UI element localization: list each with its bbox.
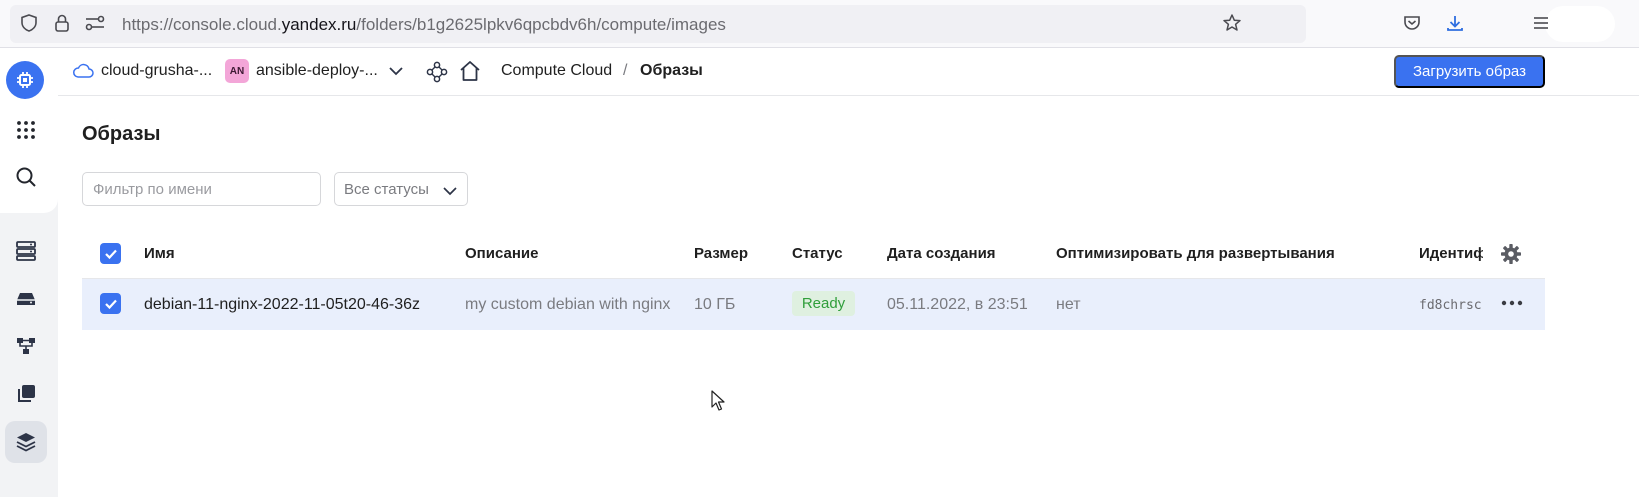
console-header: cloud-grusha-... AN ansible-deploy-... C…	[58, 48, 1639, 96]
column-header-optimize[interactable]: Оптимизировать для развертывания	[1056, 245, 1335, 262]
name-filter-input[interactable]	[82, 172, 321, 206]
breadcrumb-compute-cloud[interactable]: Compute Cloud	[501, 62, 612, 80]
images-icon[interactable]	[5, 421, 47, 463]
url-text[interactable]: https://console.cloud.yandex.ru/folders/…	[122, 15, 726, 35]
pocket-icon[interactable]	[1401, 12, 1423, 34]
column-header-name[interactable]: Имя	[144, 245, 175, 262]
column-header-id[interactable]: Идентиф	[1419, 245, 1483, 262]
chevron-down-icon	[442, 184, 458, 203]
disks-icon[interactable]	[5, 278, 47, 320]
column-header-description[interactable]: Описание	[465, 245, 538, 262]
cell-id[interactable]: fd8chrsc	[1419, 298, 1483, 313]
column-header-created[interactable]: Дата создания	[887, 245, 996, 262]
cell-optimize: нет	[1056, 296, 1081, 313]
status-filter-label: Все статусы	[344, 181, 429, 198]
cell-created: 05.11.2022, в 23:51	[887, 296, 1028, 313]
hamburger-menu-icon[interactable]	[1530, 12, 1552, 34]
all-services-icon[interactable]	[5, 109, 47, 151]
permissions-icon[interactable]	[84, 12, 106, 34]
cloud-selector[interactable]: cloud-grusha-...	[101, 62, 212, 80]
download-icon[interactable]	[1444, 12, 1466, 34]
left-nav-rail	[0, 48, 58, 497]
folder-badge: AN	[225, 59, 249, 83]
folder-selector[interactable]: ansible-deploy-...	[256, 62, 378, 80]
table-settings-gear-icon[interactable]	[1500, 243, 1522, 270]
snapshots-icon[interactable]	[5, 373, 47, 415]
virtual-machines-icon[interactable]	[5, 230, 47, 272]
chevron-down-icon[interactable]	[388, 64, 404, 83]
column-header-size[interactable]: Размер	[694, 245, 748, 262]
lock-icon[interactable]	[51, 12, 73, 34]
compute-cloud-logo-icon[interactable]	[6, 61, 44, 99]
row-checkbox[interactable]	[100, 293, 121, 314]
column-header-status[interactable]: Статус	[792, 245, 843, 262]
account-avatar[interactable]	[1545, 6, 1615, 42]
status-filter-select[interactable]: Все статусы	[334, 172, 468, 206]
cluster-icon[interactable]	[426, 61, 448, 88]
upload-image-button[interactable]: Загрузить образ	[1394, 55, 1545, 88]
row-actions-more-icon[interactable]	[1500, 296, 1524, 315]
placement-groups-icon[interactable]	[5, 325, 47, 367]
breadcrumb-separator: /	[623, 62, 628, 79]
search-icon[interactable]	[5, 156, 47, 198]
cell-name[interactable]: debian-11-nginx-2022-11-05t20-46-36z	[144, 296, 420, 314]
cell-description: my custom debian with nginx	[465, 296, 671, 313]
cloud-icon	[72, 62, 94, 85]
browser-toolbar: https://console.cloud.yandex.ru/folders/…	[0, 0, 1639, 48]
bookmark-star-icon[interactable]	[1221, 12, 1243, 34]
shield-icon[interactable]	[18, 12, 40, 34]
home-icon[interactable]	[458, 60, 482, 87]
page-title: Образы	[82, 123, 161, 145]
select-all-checkbox[interactable]	[100, 243, 121, 264]
breadcrumb-current: Образы	[640, 62, 703, 79]
cell-size: 10 ГБ	[694, 296, 736, 313]
status-badge: Ready	[792, 291, 855, 316]
mouse-cursor-icon	[711, 390, 725, 417]
